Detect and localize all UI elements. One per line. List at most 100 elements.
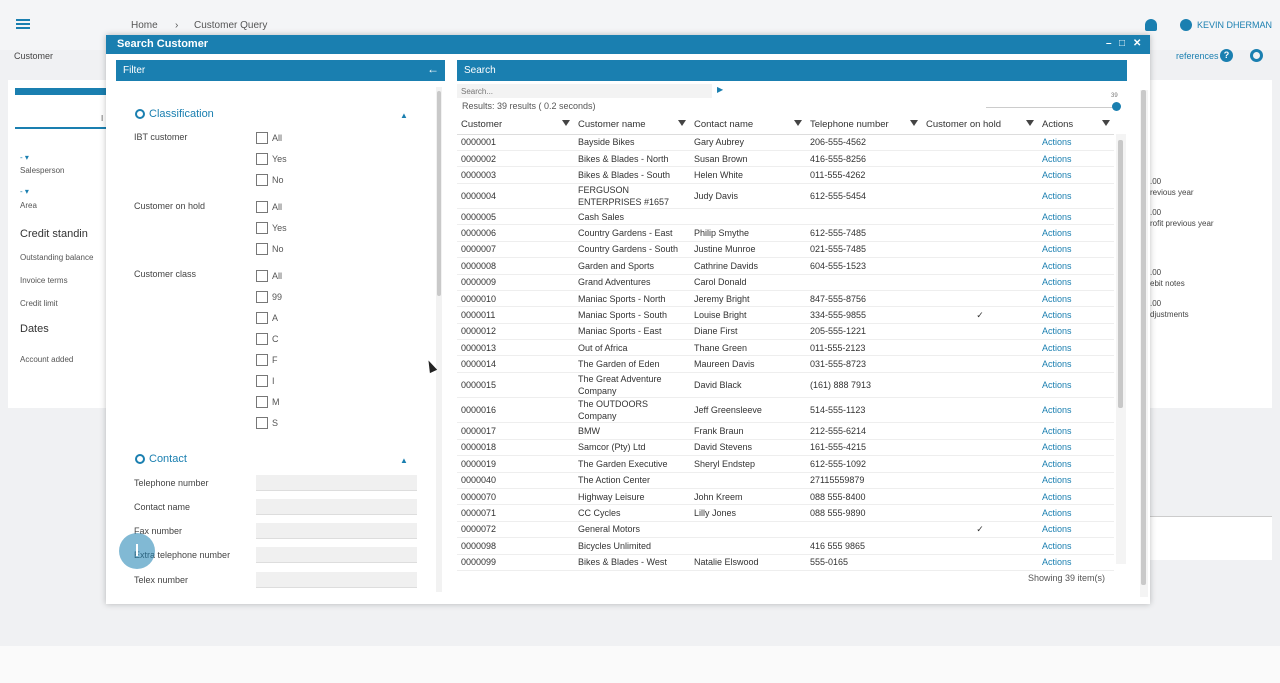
actions-link[interactable]: Actions — [1038, 422, 1114, 440]
actions-link[interactable]: Actions — [1038, 241, 1114, 259]
table-row[interactable]: 0000019 The Garden Executive Sheryl Endste… — [457, 455, 1114, 473]
filter-scrollbar[interactable] — [436, 87, 442, 592]
class-99-checkbox[interactable] — [256, 291, 268, 303]
table-scroll-thumb[interactable] — [1118, 140, 1123, 408]
actions-link[interactable]: Actions — [1038, 472, 1114, 489]
table-row[interactable]: 0000013 Out of Africa Thane Green 011-555-2… — [457, 339, 1114, 357]
telex-number-input[interactable] — [256, 572, 417, 588]
column-header-customer-name[interactable]: Customer name — [574, 115, 690, 135]
table-row[interactable]: 0000007 Country Gardens - South Justine Mu… — [457, 241, 1114, 259]
chevron-up-icon[interactable]: ▲ — [400, 456, 408, 465]
contact-name-input[interactable] — [256, 499, 417, 515]
table-row[interactable]: 0000008 Garden and Sports Cathrine Davids 6… — [457, 257, 1114, 275]
breadcrumb-home[interactable]: Home — [131, 20, 158, 31]
column-header-on-hold[interactable]: Customer on hold — [922, 115, 1038, 135]
dialog-scroll-thumb[interactable] — [1141, 90, 1146, 585]
actions-link[interactable]: Actions — [1038, 537, 1114, 555]
ibt-yes-checkbox[interactable] — [256, 153, 268, 165]
table-row[interactable]: 0000099 Bikes & Blades - West Natalie Elsw… — [457, 554, 1114, 571]
class-all-checkbox[interactable] — [256, 270, 268, 282]
help-icon[interactable]: ? — [1220, 49, 1233, 62]
preferences-menu[interactable]: references ▾ — [1176, 51, 1226, 62]
collapse-filter-icon[interactable]: ← — [427, 62, 439, 76]
filter-icon[interactable] — [910, 120, 918, 126]
class-i-checkbox[interactable] — [256, 375, 268, 387]
table-row[interactable]: 0000012 Maniac Sports - East Diane First 20… — [457, 323, 1114, 341]
actions-link[interactable]: Actions — [1038, 257, 1114, 275]
column-header-customer[interactable]: Customer — [457, 115, 574, 135]
actions-link[interactable]: Actions — [1038, 306, 1114, 324]
actions-link[interactable]: Actions — [1038, 208, 1114, 226]
actions-link[interactable]: Actions — [1038, 439, 1114, 457]
column-header-contact-name[interactable]: Contact name — [690, 115, 806, 135]
maximize-button[interactable]: □ — [1119, 38, 1125, 49]
bell-icon[interactable] — [1145, 19, 1157, 31]
filter-icon[interactable] — [1102, 120, 1110, 126]
actions-link[interactable]: Actions — [1038, 339, 1114, 357]
table-row[interactable]: 0000006 Country Gardens - East Philip Smyt… — [457, 224, 1114, 242]
extra-telephone-input[interactable] — [256, 547, 417, 563]
table-row[interactable]: 0000014 The Garden of Eden Maureen Davis 03… — [457, 355, 1114, 373]
hold-yes-checkbox[interactable] — [256, 222, 268, 234]
filter-icon[interactable] — [562, 120, 570, 126]
close-button[interactable]: ✕ — [1133, 38, 1141, 49]
table-row[interactable]: 0000001 Bayside Bikes Gary Aubrey 206-555-4… — [457, 134, 1114, 151]
table-row[interactable]: 0000015 The Great Adventure Company David … — [457, 372, 1114, 399]
actions-link[interactable]: Actions — [1038, 554, 1114, 571]
actions-link[interactable]: Actions — [1038, 150, 1114, 168]
chevron-up-icon[interactable]: ▲ — [400, 111, 408, 120]
actions-link[interactable]: Actions — [1038, 166, 1114, 184]
filter-icon[interactable] — [1026, 120, 1034, 126]
table-row[interactable]: 0000017 BMW Frank Braun 212-555-6214 Actions — [457, 422, 1114, 440]
actions-link[interactable]: Actions — [1038, 355, 1114, 373]
filter-scroll-thumb[interactable] — [437, 91, 441, 296]
actions-link[interactable]: Actions — [1038, 521, 1114, 539]
filter-icon[interactable] — [794, 120, 802, 126]
actions-link[interactable]: Actions — [1038, 274, 1114, 291]
class-c-checkbox[interactable] — [256, 333, 268, 345]
actions-link[interactable]: Actions — [1038, 504, 1114, 522]
actions-link[interactable]: Actions — [1038, 397, 1114, 424]
class-m-checkbox[interactable] — [256, 396, 268, 408]
actions-link[interactable]: Actions — [1038, 323, 1114, 341]
actions-link[interactable]: Actions — [1038, 134, 1114, 151]
class-f-checkbox[interactable] — [256, 354, 268, 366]
class-a-checkbox[interactable] — [256, 312, 268, 324]
table-row[interactable]: 0000002 Bikes & Blades - North Susan Brown… — [457, 150, 1114, 168]
user-icon[interactable] — [1180, 19, 1192, 31]
run-search-icon[interactable]: ▶ — [717, 85, 723, 94]
table-row[interactable]: 0000011 Maniac Sports - South Louise Brigh… — [457, 306, 1114, 324]
ibt-all-checkbox[interactable] — [256, 132, 268, 144]
table-scrollbar[interactable] — [1116, 134, 1126, 564]
table-row[interactable]: 0000016 The OUTDOORS Company Jeff Greensle… — [457, 397, 1114, 424]
table-row[interactable]: 0000003 Bikes & Blades - South Helen White… — [457, 166, 1114, 184]
minimize-button[interactable]: – — [1106, 38, 1112, 49]
dialog-title-bar[interactable]: Search Customer – □ ✕ — [106, 35, 1150, 54]
floating-menu-button[interactable] — [119, 533, 155, 569]
ibt-no-checkbox[interactable] — [256, 174, 268, 186]
area-value[interactable]: - ▾ — [20, 187, 29, 196]
actions-link[interactable]: Actions — [1038, 372, 1114, 399]
page-size-slider-handle[interactable] — [1112, 102, 1121, 111]
table-row[interactable]: 0000098 Bicycles Unlimited 416 555 9865 Act… — [457, 537, 1114, 555]
menu-icon[interactable] — [16, 19, 30, 29]
table-row[interactable]: 0000070 Highway Leisure John Kreem 088 555-… — [457, 488, 1114, 506]
column-header-telephone[interactable]: Telephone number — [806, 115, 922, 135]
table-row[interactable]: 0000018 Samcor (Pty) Ltd David Stevens 161-… — [457, 439, 1114, 457]
table-row[interactable]: 0000010 Maniac Sports - North Jeremy Brigh… — [457, 290, 1114, 308]
table-row[interactable]: 0000005 Cash Sales Actions — [457, 208, 1114, 226]
classification-title[interactable]: Classification — [149, 108, 214, 120]
hold-no-checkbox[interactable] — [256, 243, 268, 255]
column-header-actions[interactable]: Actions — [1038, 115, 1114, 135]
table-row[interactable]: 0000004 FERGUSON ENTERPRISES #1657 Judy Da… — [457, 183, 1114, 209]
actions-link[interactable]: Actions — [1038, 488, 1114, 506]
gear-icon[interactable] — [1250, 49, 1263, 62]
telephone-number-input[interactable] — [256, 475, 417, 491]
filter-icon[interactable] — [678, 120, 686, 126]
actions-link[interactable]: Actions — [1038, 290, 1114, 308]
table-row[interactable]: 0000072 General Motors ✓ Actions — [457, 521, 1114, 539]
contact-title[interactable]: Contact — [149, 453, 187, 465]
actions-link[interactable]: Actions — [1038, 183, 1114, 209]
actions-link[interactable]: Actions — [1038, 224, 1114, 242]
search-input[interactable] — [457, 84, 712, 98]
